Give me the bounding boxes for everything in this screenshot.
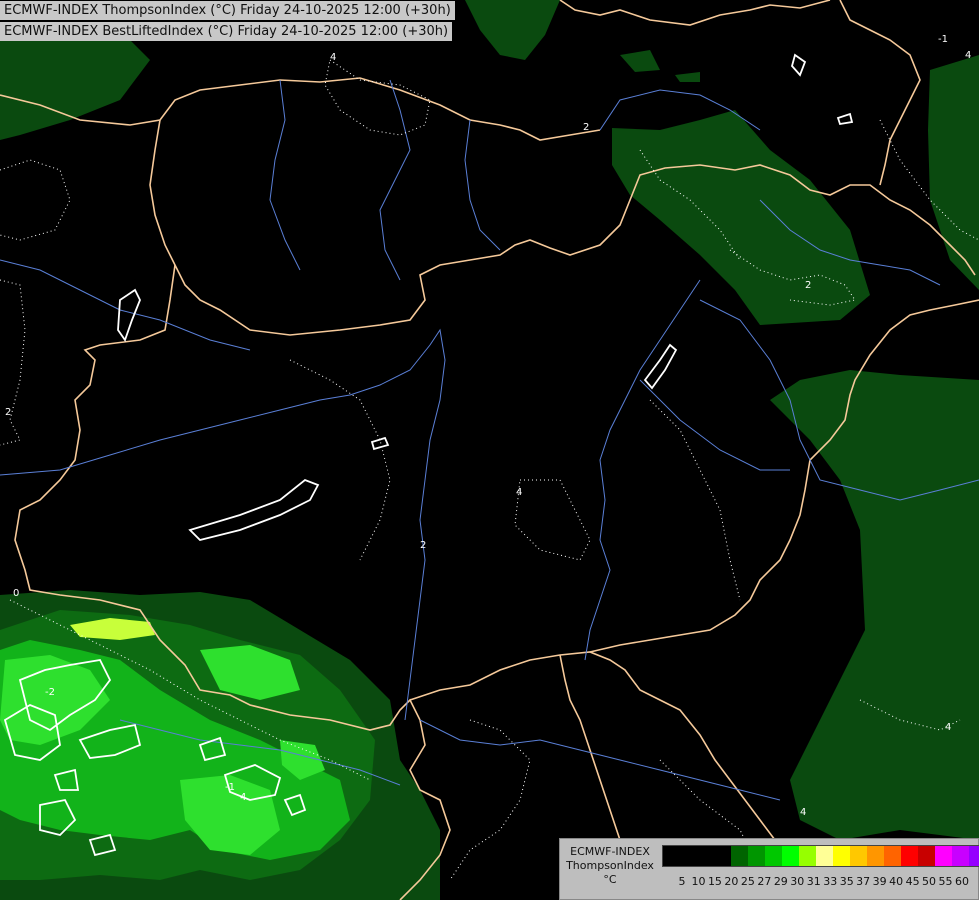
legend-tick-label: 50 (922, 875, 937, 888)
legend-tick-label: 55 (938, 875, 953, 888)
legend-swatch (850, 846, 867, 866)
contour-label: 2 (583, 122, 589, 133)
legend-color-bar (662, 845, 979, 867)
color-legend: ECMWF-INDEX ThompsonIndex °C 5 10 15 20 25 27… (559, 838, 979, 900)
legend-tick-label: 60 (955, 875, 969, 888)
map-title-line-2: ECMWF-INDEX BestLiftedIndex (°C) Friday … (0, 22, 453, 41)
legend-unit: °C (603, 873, 617, 886)
contour-label: 4 (945, 722, 951, 733)
legend-swatch (731, 846, 748, 866)
legend-swatch (782, 846, 799, 866)
contour-label: 4 (330, 52, 336, 63)
contour-label: 2 (805, 280, 811, 291)
legend-variable: ThompsonIndex (566, 859, 654, 872)
legend-tick-label: 25 (740, 875, 755, 888)
contour-label: -2 (45, 687, 55, 698)
legend-swatch (901, 846, 918, 866)
legend-swatch (918, 846, 935, 866)
legend-tick-label: 20 (724, 875, 739, 888)
legend-swatch (816, 846, 833, 866)
legend-swatch (884, 846, 901, 866)
legend-swatch (935, 846, 952, 866)
legend-tick-label: 31 (806, 875, 821, 888)
legend-tick-label: 35 (839, 875, 854, 888)
legend-swatch (867, 846, 884, 866)
legend-tick-label: 29 (773, 875, 788, 888)
legend-swatch (748, 846, 765, 866)
contour-label: -1 (938, 34, 948, 45)
legend-tick-label: 27 (757, 875, 772, 888)
contour-label: 2 (420, 540, 426, 551)
legend-swatch (663, 846, 680, 866)
legend-swatch (765, 846, 782, 866)
contour-label: 2 (5, 407, 11, 418)
legend-swatch (680, 846, 697, 866)
map-title-line-1: ECMWF-INDEX ThompsonIndex (°C) Friday 24… (0, 1, 455, 20)
legend-swatch (714, 846, 731, 866)
legend-tick-label: 40 (889, 875, 904, 888)
legend-label: ECMWF-INDEX ThompsonIndex °C (562, 845, 658, 887)
legend-swatch (799, 846, 816, 866)
legend-swatch (969, 846, 979, 866)
legend-swatch (833, 846, 850, 866)
contour-label: 4 (240, 792, 246, 803)
contour-label: -1 (225, 782, 235, 793)
legend-ticks: 5 10 15 20 25 27 29 30 31 33 35 37 39 40 45 50 55 60 (662, 875, 974, 891)
legend-tick-label: 5 (678, 875, 686, 888)
legend-tick-label: 39 (872, 875, 887, 888)
legend-title: ECMWF-INDEX (570, 845, 650, 858)
contour-label: 4 (516, 487, 522, 498)
legend-tick-label: 30 (790, 875, 805, 888)
legend-tick-label: 37 (856, 875, 871, 888)
contour-label: 4 (965, 50, 971, 61)
legend-swatch (697, 846, 714, 866)
legend-tick-label: 10 (691, 875, 706, 888)
legend-tick-label: 45 (905, 875, 920, 888)
contour-label: 4 (800, 807, 806, 818)
legend-swatch (952, 846, 969, 866)
legend-tick-label: 33 (823, 875, 838, 888)
legend-tick-label: 15 (707, 875, 722, 888)
contour-label: 0 (13, 588, 19, 599)
weather-map: 4 2 -1 2 0 -2 2 -1 4 4 2 4 4 4 (0, 0, 979, 900)
